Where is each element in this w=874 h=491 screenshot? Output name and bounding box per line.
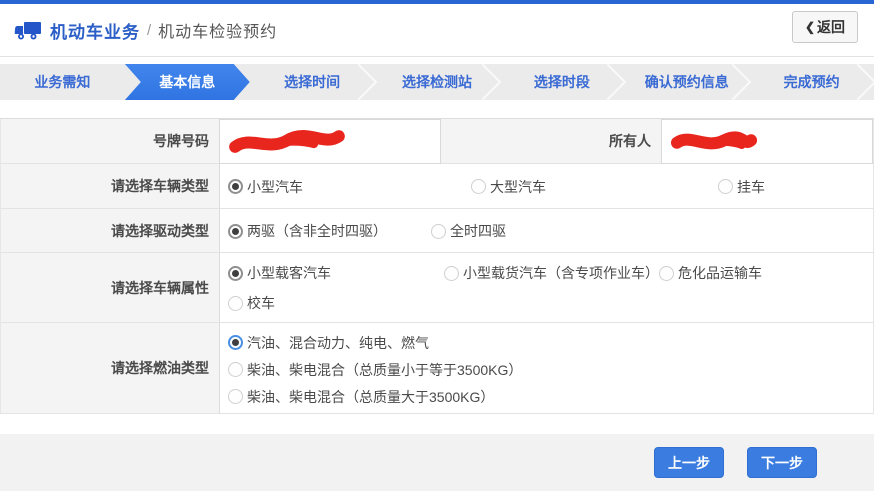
back-chevron-icon: ❮ [805, 20, 815, 34]
plate-number-field[interactable] [219, 119, 441, 164]
vehicle-type-options: 小型汽车 大型汽车 挂车 [219, 164, 873, 209]
step-tab-select-time[interactable]: 选择时间 [250, 64, 375, 100]
form-row-vehicle-type: 请选择车辆类型 小型汽车 大型汽车 挂车 [1, 164, 873, 209]
vehicle-attribute-option[interactable]: 小型载货汽车（含专项作业车） [444, 263, 659, 283]
fuel-type-option[interactable]: 柴油、柴电混合（总质量小于等于3500KG） [228, 360, 522, 380]
drive-type-label: 请选择驱动类型 [1, 209, 219, 253]
owner-label: 所有人 [441, 119, 661, 164]
vehicle-type-option[interactable]: 大型汽车 [471, 177, 546, 197]
drive-type-option[interactable]: 两驱（含非全时四驱） [228, 221, 387, 241]
redacted-plate-scribble [228, 126, 349, 156]
radio-selected-icon[interactable] [228, 179, 243, 194]
progress-step-bar: 业务需知基本信息选择时间选择检测站选择时段确认预约信息完成预约 [0, 64, 874, 100]
radio-option-label: 柴油、柴电混合（总质量小于等于3500KG） [247, 360, 522, 380]
drive-type-options: 两驱（含非全时四驱） 全时四驱 [219, 209, 873, 253]
appointment-form: 号牌号码 所有人 请选择车辆类型小型汽车大型汽车挂车请选择驱动类型两驱（含非全时… [0, 118, 874, 414]
fuel-type-label: 请选择燃油类型 [1, 323, 219, 414]
radio-option-label: 柴油、柴电混合（总质量大于3500KG） [247, 387, 494, 407]
previous-step-button[interactable]: 上一步 [654, 447, 724, 478]
radio-option-label: 大型汽车 [490, 177, 546, 197]
back-button[interactable]: ❮ 返回 [792, 11, 858, 43]
fuel-type-line-3: 柴油、柴电混合（总质量大于3500KG） [228, 383, 873, 410]
radio-unselected-icon[interactable] [228, 362, 243, 377]
vehicle-attribute-option[interactable]: 校车 [228, 293, 275, 313]
radio-unselected-icon[interactable] [444, 266, 459, 281]
radio-option-label: 校车 [247, 293, 275, 313]
header-stepbar-gap [0, 57, 874, 64]
stepbar-form-gap [0, 100, 874, 118]
radio-selected-icon[interactable] [228, 224, 243, 239]
vehicle-attribute-options: 小型载客汽车 小型载货汽车（含专项作业车） 危化品运输车校车 [219, 253, 873, 323]
radio-unselected-icon[interactable] [431, 224, 446, 239]
fuel-type-options: 汽油、混合动力、纯电、燃气柴油、柴电混合（总质量小于等于3500KG） 柴油、柴电… [219, 323, 873, 414]
step-tab-select-station[interactable]: 选择检测站 [375, 64, 500, 100]
radio-unselected-icon[interactable] [471, 179, 486, 194]
radio-unselected-icon[interactable] [659, 266, 674, 281]
vehicle-type-label: 请选择车辆类型 [1, 164, 219, 209]
step-tab-select-slot[interactable]: 选择时段 [499, 64, 624, 100]
owner-field[interactable] [661, 119, 873, 164]
vehicle-inspection-appointment-page: 机动车业务 / 机动车检验预约 ❮ 返回 业务需知基本信息选择时间选择检测站选择… [0, 0, 874, 490]
radio-unselected-icon[interactable] [718, 179, 733, 194]
step-tab-confirm-info[interactable]: 确认预约信息 [624, 64, 749, 100]
vehicle-attribute-option[interactable]: 危化品运输车 [659, 263, 762, 283]
footer-action-bar: 上一步 下一步 [0, 434, 874, 491]
step-tab-notice[interactable]: 业务需知 [0, 64, 125, 100]
drive-type-option[interactable]: 全时四驱 [431, 221, 506, 241]
radio-option-label: 小型汽车 [247, 177, 303, 197]
form-footer-gap [0, 414, 874, 434]
step-tab-basic-info[interactable]: 基本信息 [125, 64, 250, 100]
radio-option-label: 挂车 [737, 177, 765, 197]
vehicle-attribute-label: 请选择车辆属性 [1, 253, 219, 323]
fuel-type-option[interactable]: 汽油、混合动力、纯电、燃气 [228, 333, 429, 353]
vehicle-type-option[interactable]: 挂车 [718, 177, 765, 197]
fuel-type-option[interactable]: 柴油、柴电混合（总质量大于3500KG） [228, 387, 494, 407]
vehicle-attribute-option[interactable]: 小型载客汽车 [228, 263, 331, 283]
vehicle-type-option[interactable]: 小型汽车 [228, 177, 303, 197]
vehicle-attribute-line-2: 校车 [228, 288, 873, 318]
drive-type-line-1: 两驱（含非全时四驱） 全时四驱 [228, 209, 873, 253]
form-row-identity: 号牌号码 所有人 [1, 119, 873, 164]
vehicle-attribute-line-1: 小型载客汽车 小型载货汽车（含专项作业车） 危化品运输车 [228, 258, 873, 288]
radio-option-label: 两驱（含非全时四驱） [247, 221, 387, 241]
breadcrumb-root: 机动车业务 [50, 18, 140, 43]
fuel-type-line-2: 柴油、柴电混合（总质量小于等于3500KG） [228, 356, 873, 383]
radio-unselected-icon[interactable] [228, 389, 243, 404]
radio-unselected-icon[interactable] [228, 296, 243, 311]
radio-selected-icon[interactable] [228, 335, 243, 350]
redacted-owner-scribble [670, 127, 759, 156]
fuel-type-line-1: 汽油、混合动力、纯电、燃气 [228, 329, 873, 356]
form-row-vehicle-attribute: 请选择车辆属性 小型载客汽车 小型载货汽车（含专项作业车） 危化品运输车校车 [1, 253, 873, 323]
form-row-drive-type: 请选择驱动类型 两驱（含非全时四驱） 全时四驱 [1, 209, 873, 253]
page-header: 机动车业务 / 机动车检验预约 ❮ 返回 [0, 4, 874, 57]
form-row-fuel-type: 请选择燃油类型汽油、混合动力、纯电、燃气柴油、柴电混合（总质量小于等于3500K… [1, 323, 873, 414]
breadcrumb-separator: / [147, 22, 151, 39]
radio-option-label: 汽油、混合动力、纯电、燃气 [247, 333, 429, 353]
vehicle-type-line-1: 小型汽车 大型汽车 挂车 [228, 164, 873, 209]
breadcrumb-current: 机动车检验预约 [158, 18, 277, 42]
truck-icon [14, 20, 42, 42]
radio-option-label: 全时四驱 [450, 221, 506, 241]
step-tab-finish[interactable]: 完成预约 [749, 64, 874, 100]
radio-option-label: 小型载货汽车（含专项作业车） [463, 263, 659, 283]
radio-selected-icon[interactable] [228, 266, 243, 281]
radio-option-label: 危化品运输车 [678, 263, 762, 283]
plate-number-label: 号牌号码 [1, 119, 219, 164]
back-button-label: 返回 [817, 17, 845, 37]
next-step-button[interactable]: 下一步 [747, 447, 817, 478]
radio-option-label: 小型载客汽车 [247, 263, 331, 283]
